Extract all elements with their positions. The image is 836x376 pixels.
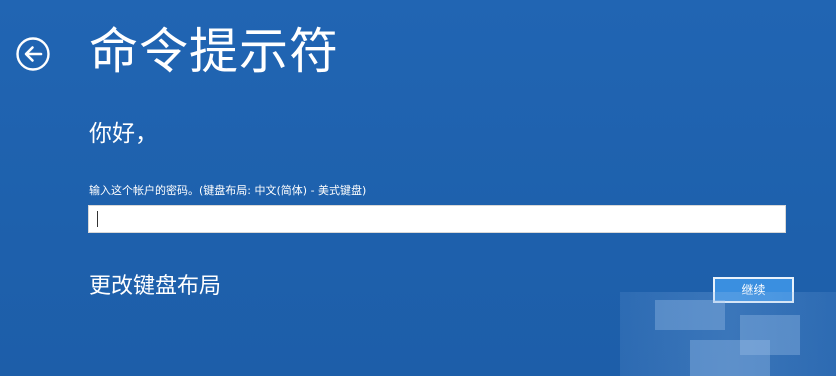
page-title: 命令提示符 [89, 23, 340, 80]
back-button[interactable] [15, 36, 51, 72]
back-arrow-circle-icon [16, 37, 50, 71]
password-input[interactable] [88, 205, 786, 233]
recovery-screen: 命令提示符 你好， 输入这个帐户的密码。(键盘布局: 中文(简体) - 美式键盘… [0, 0, 836, 376]
blur-block [690, 340, 770, 376]
greeting-text: 你好， [89, 121, 158, 147]
change-keyboard-layout-link[interactable]: 更改键盘布局 [89, 272, 221, 302]
password-label: 输入这个帐户的密码。(键盘布局: 中文(简体) - 美式键盘) [89, 184, 367, 197]
text-caret [97, 211, 98, 227]
blur-block [655, 300, 725, 330]
